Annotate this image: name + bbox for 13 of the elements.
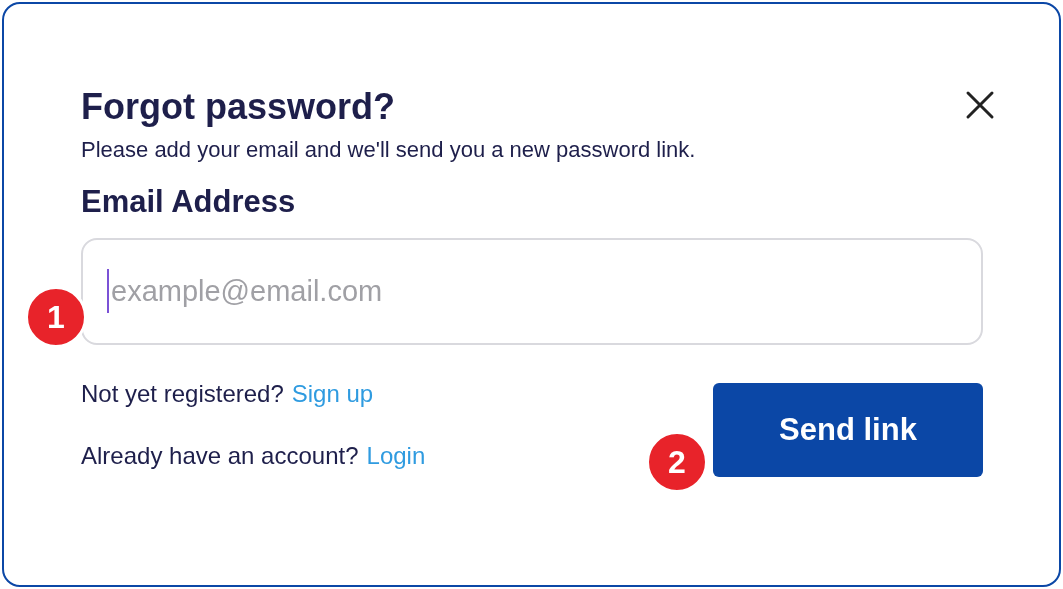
prompt-text: Not yet registered? <box>81 379 284 409</box>
link[interactable]: Login <box>366 441 426 471</box>
text-cursor <box>107 269 109 313</box>
link[interactable]: Sign up <box>291 379 374 409</box>
step-marker: 2 <box>646 431 708 493</box>
close-icon[interactable] <box>965 90 995 120</box>
prompt-text: Already have an account? <box>81 441 359 471</box>
step-marker: 1 <box>25 286 87 348</box>
field-label: Email Address <box>81 184 296 220</box>
dialog-subtitle: Please add your email and we'll send you a new password link. <box>81 136 696 164</box>
dialog-title: Forgot password? <box>81 86 395 128</box>
send-link-button[interactable]: Send link <box>713 383 983 477</box>
email-field[interactable]: example@email.com <box>81 238 983 345</box>
